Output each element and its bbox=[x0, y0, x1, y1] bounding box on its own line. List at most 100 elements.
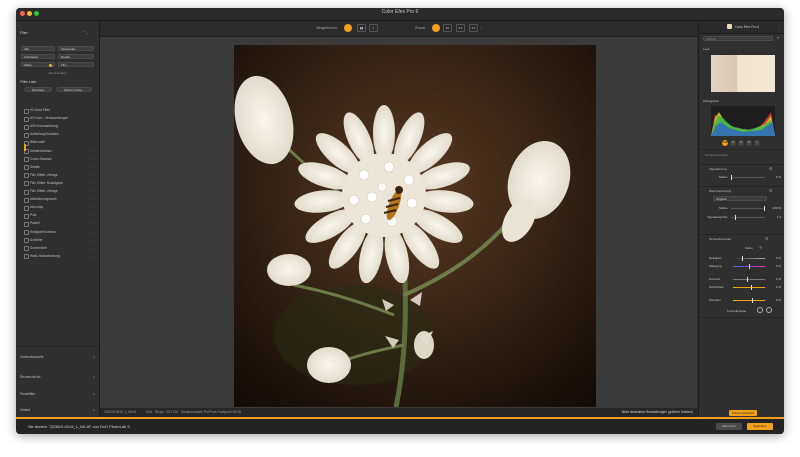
checkbox-icon[interactable] bbox=[24, 246, 29, 252]
slider-knob[interactable] bbox=[750, 285, 752, 290]
slider-knob[interactable] bbox=[741, 256, 743, 261]
filter-list-item[interactable]: Details ⌄ bbox=[20, 164, 96, 171]
filter-list-item[interactable]: Colore Balance ⌄ bbox=[20, 156, 96, 163]
filter-list-item[interactable]: Weiß-Neutralisierung ⌄ bbox=[20, 253, 96, 260]
show-all-link[interactable]: Alle anzeigen bbox=[16, 71, 99, 75]
filter-list-item[interactable]: Sonnenlicht ⌄ bbox=[20, 245, 96, 252]
filter-list-item[interactable]: Aufheller ⌄ bbox=[20, 237, 96, 244]
checkbox-icon[interactable] bbox=[24, 116, 29, 122]
side-by-side-button[interactable]: ▯ bbox=[369, 24, 378, 32]
channel-button[interactable]: RGB bbox=[722, 140, 728, 146]
section-presets[interactable]: Vorlandbeispiele ▸ bbox=[20, 354, 96, 361]
channel-button[interactable]: R bbox=[730, 140, 736, 146]
remove-control-point-icon[interactable] bbox=[766, 307, 772, 313]
section-presetfilter[interactable]: Presetfilter ▸ bbox=[20, 391, 96, 398]
checkbox-icon[interactable] bbox=[24, 254, 29, 260]
split-view-button[interactable]: ▮▮ bbox=[357, 24, 366, 32]
chevron-down-icon[interactable]: ⌄ bbox=[92, 108, 95, 112]
checkbox-icon[interactable] bbox=[24, 124, 29, 130]
channel-button[interactable]: B bbox=[746, 140, 752, 146]
blur-mode-select[interactable]: Original bbox=[713, 196, 767, 201]
save-button[interactable]: Speichern bbox=[747, 423, 773, 430]
chevron-down-icon[interactable]: ⌄ bbox=[92, 149, 95, 153]
chevron-down-icon[interactable]: ⌄ bbox=[92, 254, 95, 258]
filter-field-used[interactable]: Verwendet bbox=[58, 46, 94, 51]
checkbox-icon[interactable] bbox=[24, 221, 29, 227]
checkbox-icon[interactable] bbox=[24, 213, 29, 219]
search-input[interactable]: Suchen bbox=[703, 36, 773, 41]
chevron-down-icon[interactable]: ⌄ bbox=[92, 140, 95, 144]
filter-list-item[interactable]: Monoday ⌄ bbox=[20, 204, 96, 211]
checkbox-icon[interactable] bbox=[24, 238, 29, 244]
filter-field-architecture[interactable]: Architektur bbox=[21, 54, 55, 59]
gear-icon[interactable]: ⚙ bbox=[769, 188, 773, 193]
tonal-row-slider[interactable] bbox=[733, 277, 765, 282]
add-control-point-icon[interactable] bbox=[757, 307, 763, 313]
filter-list-item[interactable]: Film Effekt: Vintage ⌄ bbox=[20, 188, 96, 195]
filter-list-item[interactable]: Film Effekt: Vintage ⌄ bbox=[20, 172, 96, 179]
filter-field-color[interactable]: Farbe bbox=[21, 62, 55, 67]
menu-icon[interactable]: ⋮ bbox=[777, 24, 781, 29]
gear-icon[interactable]: ⚙ bbox=[765, 236, 769, 241]
eyedropper-icon[interactable]: ✎ bbox=[759, 245, 762, 250]
blur-size-slider[interactable] bbox=[731, 215, 765, 220]
chevron-down-icon[interactable]: ⌄ bbox=[92, 197, 95, 201]
tonal-row-slider[interactable] bbox=[733, 264, 765, 269]
chevron-down-icon[interactable]: ⌄ bbox=[92, 165, 95, 169]
chevron-down-icon[interactable]: ⌄ bbox=[92, 116, 95, 120]
cancel-button[interactable]: Abbrechen bbox=[716, 423, 742, 430]
slider-knob[interactable] bbox=[749, 264, 750, 269]
chevron-down-icon[interactable]: ⌄ bbox=[92, 124, 95, 128]
filter-list-item[interactable]: ASV-Kontrastierung ⌄ bbox=[20, 123, 96, 130]
section-tonal-correction[interactable]: Tonwertkorrektur bbox=[709, 237, 731, 241]
chevron-down-icon[interactable]: ⌄ bbox=[92, 132, 95, 136]
section-blur[interactable]: Weichzeichnung bbox=[709, 189, 731, 193]
filter-field-film[interactable]: Film bbox=[58, 62, 94, 67]
filter-list-item[interactable]: Aufhellung/Schatten ⌄ bbox=[20, 131, 96, 138]
zoom-100-button[interactable]: 1:1 bbox=[456, 24, 465, 32]
zoom-custom-button[interactable]: 4:1 bbox=[469, 24, 478, 32]
filter-field-all[interactable]: Alle bbox=[21, 46, 55, 51]
checkbox-icon[interactable] bbox=[24, 108, 29, 114]
filter-list-item[interactable]: Pastell ⌄ bbox=[20, 220, 96, 227]
loupe-preview[interactable] bbox=[711, 55, 775, 92]
checkbox-icon[interactable] bbox=[24, 230, 29, 235]
checkbox-icon[interactable] bbox=[24, 197, 29, 203]
filter-list-item[interactable]: Film Effekt: Nostalgisch ⌄ bbox=[20, 180, 96, 187]
checkbox-icon[interactable] bbox=[24, 189, 29, 195]
chevron-down-icon[interactable]: ⌄ bbox=[92, 238, 95, 242]
chevron-down-icon[interactable]: ⌄ bbox=[92, 181, 95, 185]
chevron-down-icon[interactable]: ⌄ bbox=[92, 189, 95, 193]
section-stromkontrolle[interactable]: Stromkontrolle ▸ bbox=[20, 374, 96, 381]
chevron-down-icon[interactable]: ⌄ bbox=[92, 213, 95, 217]
filter-field-details[interactable]: Details bbox=[58, 54, 94, 59]
chevron-down-icon[interactable]: ⌄ bbox=[92, 157, 95, 161]
filter-list-item[interactable]: Detailextraktion ⌄ bbox=[20, 148, 96, 155]
zoom-fit-button[interactable]: Fit bbox=[443, 24, 452, 32]
filter-list-item[interactable]: 60 Grad – Verrauschungen ⌄ bbox=[20, 115, 96, 122]
gear-icon[interactable]: ⚙ bbox=[769, 166, 773, 171]
tonal-row-slider[interactable] bbox=[733, 285, 765, 290]
channel-button[interactable]: L bbox=[754, 140, 760, 146]
section-history[interactable]: Verlauf ▸ bbox=[20, 407, 96, 414]
blur-strength-slider[interactable] bbox=[731, 206, 765, 211]
section-vignette[interactable]: Vignettierung bbox=[709, 167, 727, 171]
filter-list-item[interactable]: 60-Grad-Filter ⌄ bbox=[20, 107, 96, 114]
channel-button[interactable]: G bbox=[738, 140, 744, 146]
search-icon[interactable]: ⌕ bbox=[777, 35, 779, 40]
recent-button[interactable]: Zuletzt verwe... bbox=[56, 87, 92, 92]
filter-list-item[interactable]: Bildmodell ⌄ bbox=[20, 139, 96, 146]
filter-list-item[interactable]: Pola ⌄ bbox=[20, 212, 96, 219]
chevron-down-icon[interactable]: ⌄ bbox=[92, 246, 95, 250]
checkbox-icon[interactable] bbox=[24, 205, 29, 211]
vignette-slider[interactable] bbox=[731, 175, 765, 180]
favorites-button[interactable]: Favoriten bbox=[24, 87, 52, 92]
checkbox-icon[interactable] bbox=[24, 165, 29, 171]
save-preset-button[interactable]: Preset speichern bbox=[729, 410, 757, 416]
filter-list-item[interactable]: Modellierungstools ⌄ bbox=[20, 196, 96, 203]
checkbox-icon[interactable] bbox=[24, 157, 29, 163]
chevron-down-icon[interactable]: ⌄ bbox=[480, 25, 483, 29]
tonal-row-slider[interactable] bbox=[733, 256, 765, 261]
checkbox-icon[interactable] bbox=[24, 132, 29, 138]
collapse-icon[interactable]: ⌃⌄ bbox=[82, 30, 89, 35]
